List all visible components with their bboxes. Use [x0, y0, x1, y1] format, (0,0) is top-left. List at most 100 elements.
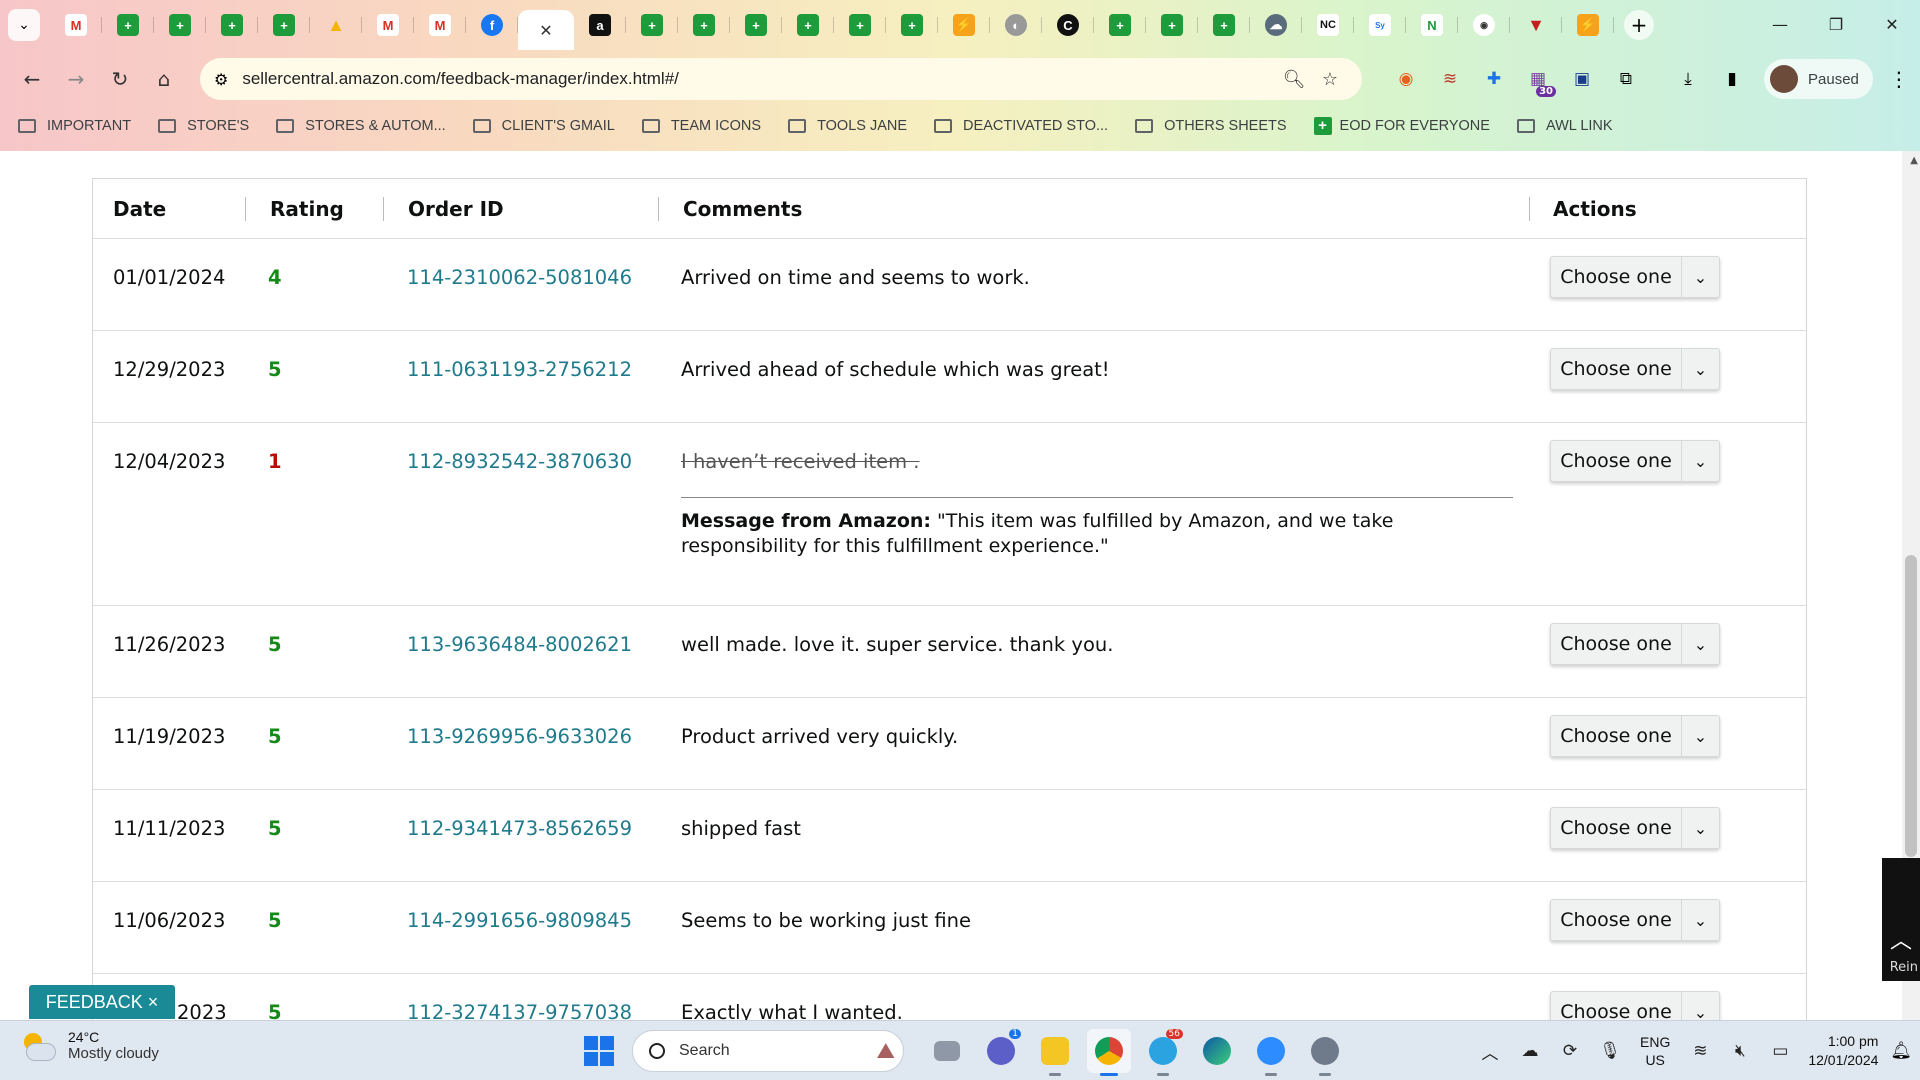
- tab-badge[interactable]: ◉: [1458, 7, 1510, 43]
- chevron-down-icon[interactable]: ⌄: [1681, 808, 1719, 848]
- chevron-down-icon[interactable]: ⌄: [1681, 349, 1719, 389]
- order-id-link[interactable]: 114-2991656-9809845: [407, 909, 632, 932]
- extension-stripe-icon[interactable]: ≋: [1428, 59, 1472, 99]
- tab-drive[interactable]: ▲: [310, 7, 362, 43]
- bookmark-item[interactable]: STORES & AUTOM...: [276, 118, 446, 134]
- url-text[interactable]: sellercentral.amazon.com/feedback-manage…: [242, 69, 1276, 89]
- taskbar-search[interactable]: Search ⛰: [632, 1030, 904, 1072]
- bookmark-item[interactable]: DEACTIVATED STO...: [934, 118, 1108, 134]
- weather-widget[interactable]: 24°C Mostly cloudy: [20, 1029, 159, 1062]
- telegram-button[interactable]: 56: [1141, 1029, 1185, 1076]
- language-indicator[interactable]: ENG US: [1640, 1033, 1670, 1069]
- extension-grid-icon[interactable]: ▣: [1560, 59, 1604, 99]
- order-id-link[interactable]: 112-3274137-9757038: [407, 1001, 632, 1020]
- speaker-muted-icon[interactable]: 🔇︎: [1720, 1041, 1760, 1061]
- tab-sheets[interactable]: +: [258, 7, 310, 43]
- tab-v[interactable]: ▼: [1510, 7, 1562, 43]
- tab-sheets[interactable]: +: [154, 7, 206, 43]
- task-view-button[interactable]: [925, 1029, 969, 1073]
- bookmark-item[interactable]: AWL LINK: [1516, 118, 1613, 134]
- zoom-icon[interactable]: 🔍︎: [1276, 69, 1312, 90]
- address-bar[interactable]: ⚙ sellercentral.amazon.com/feedback-mana…: [200, 58, 1362, 100]
- choose-action-dropdown[interactable]: Choose one ⌄: [1550, 991, 1720, 1020]
- file-explorer-button[interactable]: [1033, 1029, 1077, 1076]
- order-id-link[interactable]: 112-8932542-3870630: [407, 450, 632, 473]
- microphone-icon[interactable]: 🎙︎: [1590, 1041, 1630, 1061]
- restore-icon[interactable]: ❐: [1808, 0, 1864, 48]
- order-id-link[interactable]: 113-9269956-9633026: [407, 725, 632, 748]
- order-id-link[interactable]: 112-9341473-8562659: [407, 817, 632, 840]
- order-id-link[interactable]: 114-2310062-5081046: [407, 266, 632, 289]
- bookmark-item[interactable]: TEAM ICONS: [641, 118, 761, 134]
- choose-action-dropdown[interactable]: Choose one ⌄: [1550, 256, 1720, 298]
- battery-icon[interactable]: ▭: [1760, 1041, 1800, 1061]
- choose-action-dropdown[interactable]: Choose one ⌄: [1550, 715, 1720, 757]
- chevron-up-icon[interactable]: ︿: [1470, 1039, 1510, 1064]
- windows-start-icon[interactable]: [584, 1036, 614, 1066]
- bookmark-item[interactable]: + EOD FOR EVERYONE: [1313, 117, 1490, 135]
- choose-action-dropdown[interactable]: Choose one ⌄: [1550, 623, 1720, 665]
- more-menu-icon[interactable]: ⋮: [1879, 67, 1919, 91]
- teams-button[interactable]: 1: [979, 1029, 1023, 1073]
- download-icon[interactable]: ⤓: [1666, 59, 1710, 99]
- bookmark-item[interactable]: OTHERS SHEETS: [1135, 118, 1287, 134]
- clock[interactable]: 1:00 pm 12/01/2024: [1808, 1032, 1878, 1070]
- tab-gmail[interactable]: M: [414, 7, 466, 43]
- tab-facebook[interactable]: f: [466, 7, 518, 43]
- chevron-down-icon[interactable]: ⌄: [1681, 257, 1719, 297]
- chevron-down-icon[interactable]: ⌄: [1681, 441, 1719, 481]
- tab-c[interactable]: C: [1042, 7, 1094, 43]
- side-panel-icon[interactable]: ▮: [1710, 59, 1754, 99]
- chevron-down-icon[interactable]: ⌄: [1681, 900, 1719, 940]
- extension-calendar-icon[interactable]: ▦ 30: [1516, 59, 1560, 99]
- tab-nc[interactable]: NC: [1302, 7, 1354, 43]
- bookmark-item[interactable]: TOOLS JANE: [788, 118, 907, 134]
- tab-globe[interactable]: ◐: [990, 7, 1042, 43]
- order-id-link[interactable]: 113-9636484-8002621: [407, 633, 632, 656]
- bookmark-item[interactable]: IMPORTANT: [18, 118, 131, 134]
- onedrive-icon[interactable]: ☁: [1510, 1041, 1550, 1061]
- sync-icon[interactable]: ⟳: [1550, 1041, 1590, 1061]
- chevron-down-icon[interactable]: ⌄: [1681, 716, 1719, 756]
- star-icon[interactable]: ☆: [1312, 69, 1348, 90]
- side-widget[interactable]: ︿ Rein: [1882, 858, 1920, 981]
- extension-blue-icon[interactable]: ✚: [1472, 59, 1516, 99]
- tab-sheets[interactable]: +: [1094, 7, 1146, 43]
- tab-amazon[interactable]: a: [574, 7, 626, 43]
- notification-bell-icon[interactable]: 🔔︎: [1890, 1041, 1912, 1061]
- tab-sheets[interactable]: +: [730, 7, 782, 43]
- chevron-down-icon[interactable]: ⌄: [1681, 992, 1719, 1020]
- tab-sheets[interactable]: +: [206, 7, 258, 43]
- tab-sysco[interactable]: Sy: [1354, 7, 1406, 43]
- choose-action-dropdown[interactable]: Choose one ⌄: [1550, 807, 1720, 849]
- choose-action-dropdown[interactable]: Choose one ⌄: [1550, 348, 1720, 390]
- chevron-down-icon[interactable]: ⌄: [1681, 624, 1719, 664]
- new-tab-button[interactable]: +: [1624, 10, 1654, 40]
- settings-button[interactable]: [1303, 1029, 1347, 1076]
- minimize-icon[interactable]: —: [1752, 0, 1808, 48]
- tab-gmail[interactable]: M: [362, 7, 414, 43]
- tab-n[interactable]: N: [1406, 7, 1458, 43]
- tab-gmail[interactable]: M: [50, 7, 102, 43]
- order-id-link[interactable]: 111-0631193-2756212: [407, 358, 632, 381]
- tab-sheets[interactable]: +: [834, 7, 886, 43]
- forward-button[interactable]: →: [56, 59, 96, 99]
- extension-orange-icon[interactable]: ◉: [1384, 59, 1428, 99]
- site-settings-icon[interactable]: ⚙: [214, 70, 228, 89]
- close-window-icon[interactable]: ✕: [1864, 0, 1920, 48]
- choose-action-dropdown[interactable]: Choose one ⌄: [1550, 440, 1720, 482]
- tab-sheets[interactable]: +: [1198, 7, 1250, 43]
- tab-tool[interactable]: ⚡: [1562, 7, 1614, 43]
- tab-sheets[interactable]: +: [782, 7, 834, 43]
- bookmark-item[interactable]: STORE'S: [158, 118, 249, 134]
- chrome-button[interactable]: [1087, 1029, 1131, 1076]
- tab-active[interactable]: ✕: [518, 10, 574, 50]
- choose-action-dropdown[interactable]: Choose one ⌄: [1550, 899, 1720, 941]
- feedback-button[interactable]: FEEDBACK ×: [29, 985, 175, 1019]
- profile-button[interactable]: Paused: [1764, 59, 1873, 99]
- tab-sheets[interactable]: +: [102, 7, 154, 43]
- tab-cloud[interactable]: ☁: [1250, 7, 1302, 43]
- tab-search-button[interactable]: ⌄: [8, 9, 40, 41]
- back-button[interactable]: ←: [12, 59, 52, 99]
- tab-sheets[interactable]: +: [886, 7, 938, 43]
